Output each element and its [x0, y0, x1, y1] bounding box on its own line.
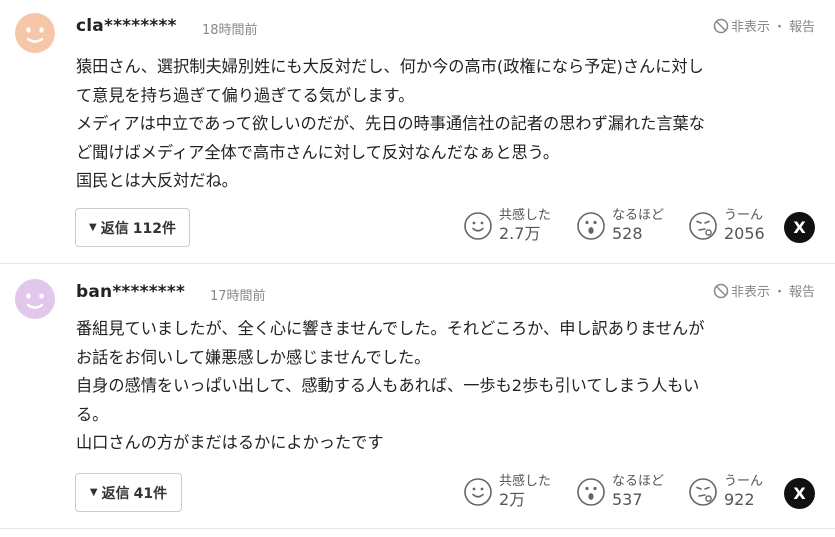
reply-count: 41件 [133, 485, 168, 502]
smile-icon [464, 211, 492, 240]
comment-body: 猿田さん、選択制夫婦別姓にも大反対だし、何か今の高市(政権になら予定)さんに対し… [76, 53, 816, 196]
timestamp: 18時間前 [202, 23, 258, 38]
comment-line: 国民とは大反対だね。 [76, 171, 238, 190]
reply-label: 返信 [101, 485, 130, 502]
comment-line: 番組見ていましたが、全く心に響きませんでした。それどころか、申し訳ありませんが [76, 319, 705, 338]
comment-line: 自身の感情をいっぱい出して、感動する人もあれば、一歩も2歩も引いてしまう人もい [76, 376, 700, 395]
hide-link[interactable]: 非表示 [731, 16, 770, 35]
x-logo-icon: X [793, 484, 806, 503]
separator-dot: ・ [772, 285, 786, 300]
reaction-insight-button[interactable]: なるほど 528 [576, 207, 664, 244]
surprised-icon [577, 477, 605, 506]
reaction-count: 2056 [724, 224, 765, 243]
avatar-face-icon [15, 279, 55, 319]
reply-toggle-button[interactable]: ▼ 返信 112件 [75, 208, 190, 247]
surprised-icon [577, 211, 605, 240]
comment-line: メディアは中立であって欲しいのだが、先日の時事通信社の記者の思わず漏れた言葉な [76, 114, 705, 133]
hide-report-menu[interactable]: 非表示 ・ 報告 [713, 16, 815, 35]
reaction-label: 共感した [499, 208, 552, 223]
prohibit-icon [713, 283, 729, 298]
share-x-button[interactable]: X [784, 478, 815, 509]
reply-toggle-button[interactable]: ▼ 返信 41件 [75, 473, 182, 512]
smile-icon [464, 477, 492, 506]
separator-dot: ・ [772, 20, 786, 35]
triangle-down-icon: ▼ [89, 222, 97, 233]
comment-line: お話をお伺いして嫌悪感しか感じませんでした。 [76, 347, 431, 367]
comment-line: て意見を持ち過ぎて偏り過ぎてる気がします。 [76, 85, 415, 105]
reaction-count: 2.7万 [499, 224, 541, 243]
reaction-label: なるほど [612, 474, 665, 489]
comment-line: ど聞けばメディア全体で高市さんに対して反対なんだなぁと思う。 [76, 142, 560, 162]
username[interactable]: ban******** [76, 282, 185, 302]
reply-label: 返信 [100, 220, 129, 237]
reaction-count: 2万 [499, 490, 526, 509]
timestamp: 17時間前 [210, 289, 266, 304]
reaction-count: 922 [724, 490, 755, 509]
reaction-count: 528 [612, 224, 643, 243]
reaction-count: 537 [612, 490, 643, 509]
reaction-label: なるほど [612, 208, 665, 223]
comment-line: る。 [76, 404, 109, 424]
comment-item: ban******** 17時間前 非表示 ・ 報告 番組見ていましたが、全く心… [0, 264, 835, 529]
reaction-label: うーん [724, 208, 764, 223]
reaction-insight-button[interactable]: なるほど 537 [576, 473, 664, 510]
comment-item: cla******** 18時間前 非表示 ・ 報告 猿田さん、選択制夫婦別姓に… [0, 0, 835, 264]
reaction-hmm-button[interactable]: うーん 922 [688, 473, 763, 510]
comment-line: 山口さんの方がまだはるかによかったです [76, 433, 384, 452]
reaction-label: うーん [724, 474, 764, 489]
hide-report-menu[interactable]: 非表示 ・ 報告 [713, 281, 815, 300]
hide-link[interactable]: 非表示 [731, 281, 770, 300]
avatar [15, 13, 55, 53]
reaction-hmm-button[interactable]: うーん 2056 [688, 207, 765, 244]
reaction-empathy-button[interactable]: 共感した 2万 [463, 473, 551, 510]
triangle-down-icon: ▼ [89, 487, 98, 498]
username[interactable]: cla******** [76, 16, 177, 36]
avatar-face-icon [15, 13, 55, 53]
reaction-empathy-button[interactable]: 共感した 2.7万 [463, 207, 551, 244]
thinking-icon [689, 477, 717, 506]
avatar [15, 279, 55, 319]
report-link[interactable]: 報告 [789, 16, 815, 35]
reaction-label: 共感した [499, 474, 552, 489]
reply-count: 112件 [132, 220, 176, 237]
comment-body: 番組見ていましたが、全く心に響きませんでした。それどころか、申し訳ありませんが … [76, 315, 816, 458]
comment-line: 猿田さん、選択制夫婦別姓にも大反対だし、何か今の高市(政権になら予定)さんに対し [76, 57, 704, 76]
thinking-icon [689, 211, 717, 240]
report-link[interactable]: 報告 [789, 281, 815, 300]
x-logo-icon: X [793, 218, 806, 237]
prohibit-icon [713, 18, 729, 33]
share-x-button[interactable]: X [784, 212, 815, 243]
